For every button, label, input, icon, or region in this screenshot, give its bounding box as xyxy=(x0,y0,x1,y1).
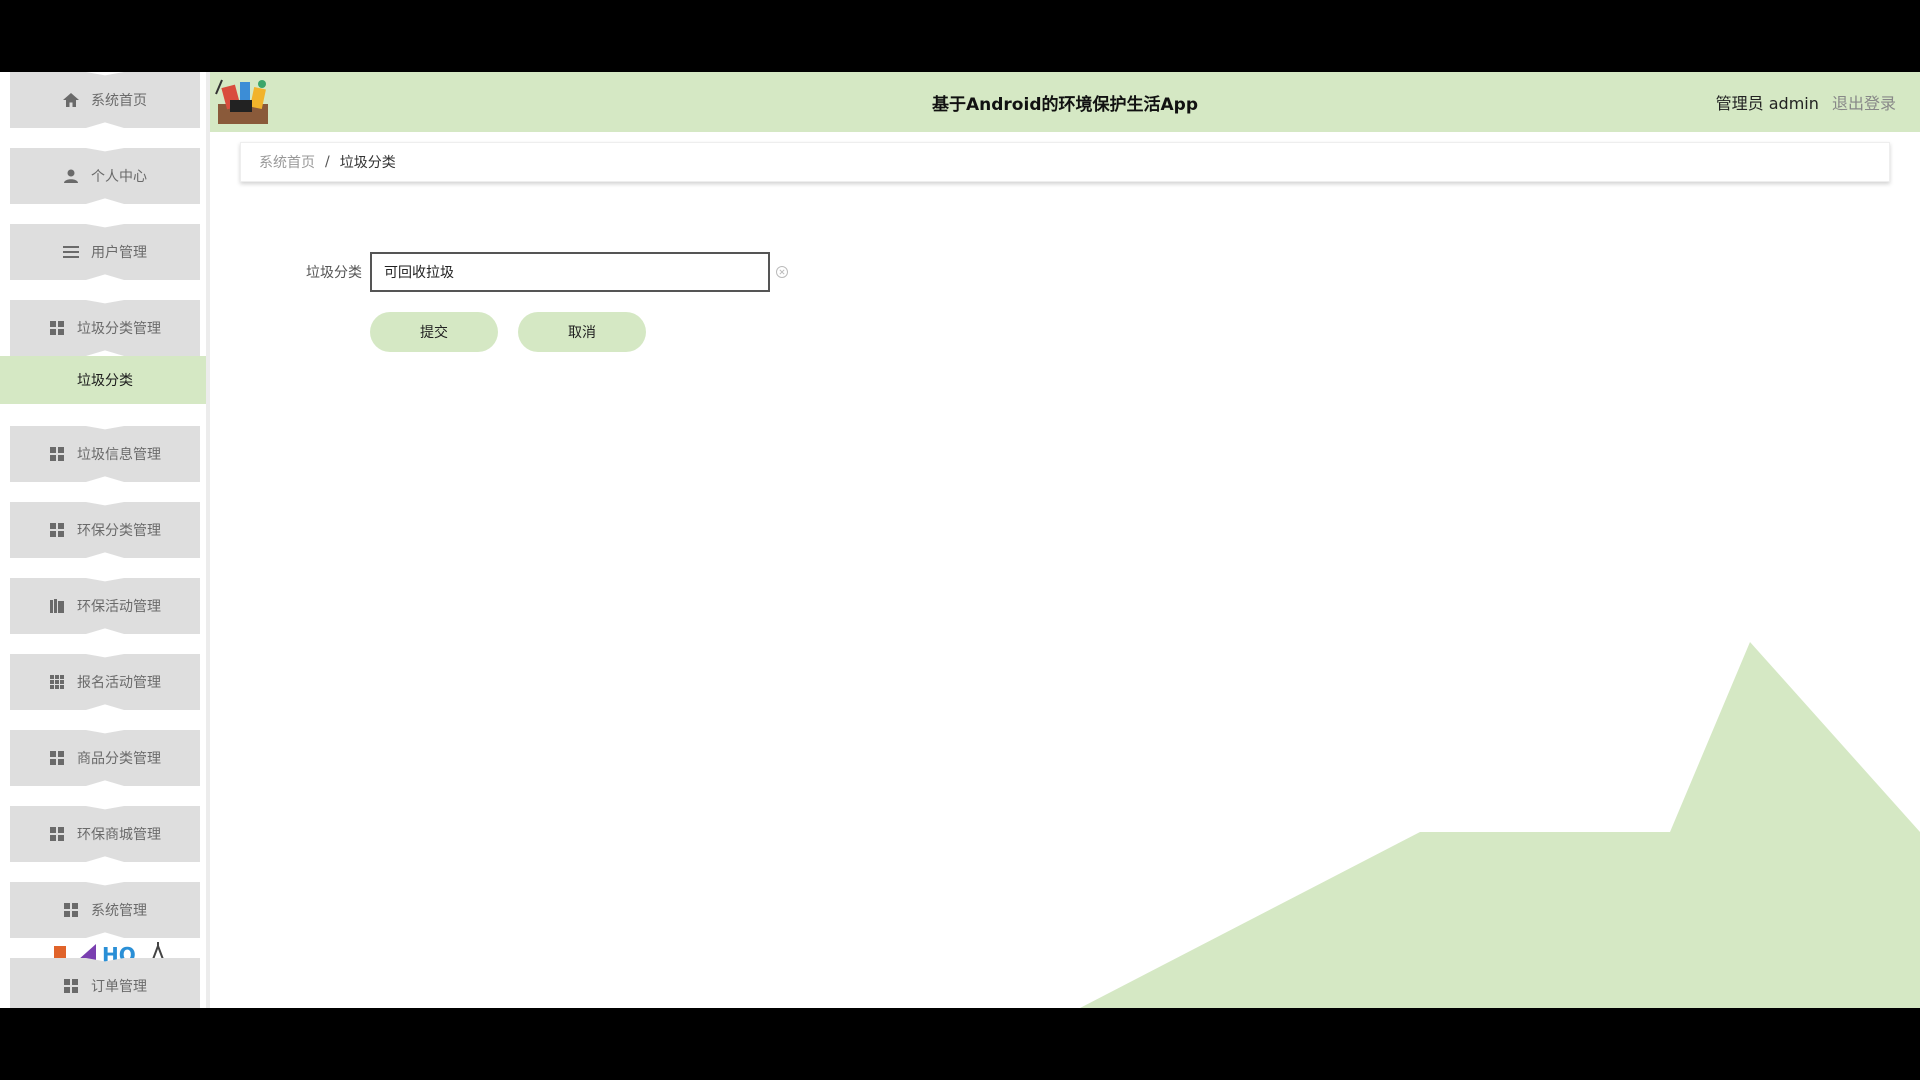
app-window: 系统首页 个人中心 用户管理 垃圾分类管理 垃圾分类 垃圾信息管理 环保分类管理… xyxy=(0,72,1920,1008)
sidebar-item-garbage-info-mgmt[interactable]: 垃圾信息管理 xyxy=(10,426,200,482)
cancel-button[interactable]: 取消 xyxy=(518,312,646,352)
grid-icon xyxy=(49,321,65,335)
sidebar-item-eco-activity-mgmt[interactable]: 环保活动管理 xyxy=(10,578,200,634)
sidebar-item-label: 订单管理 xyxy=(91,979,147,995)
user-area: 管理员 admin 退出登录 xyxy=(1716,90,1896,114)
sidebar-item-label: 个人中心 xyxy=(91,169,147,185)
sidebar-item-system-mgmt[interactable]: 系统管理 xyxy=(10,882,200,938)
sidebar-item-label: 用户管理 xyxy=(91,245,147,261)
sidebar-item-label: 垃圾分类管理 xyxy=(77,321,161,337)
sidebar-item-eco-mall-mgmt[interactable]: 环保商城管理 xyxy=(10,806,200,862)
breadcrumb: 系统首页 / 垃圾分类 xyxy=(240,142,1890,182)
garbage-category-input[interactable] xyxy=(370,252,770,292)
grid-icon xyxy=(63,979,79,993)
home-icon xyxy=(63,93,79,107)
sidebar-item-label: 环保活动管理 xyxy=(77,599,161,615)
book-icon xyxy=(49,599,65,613)
sidebar-item-label: 环保商城管理 xyxy=(77,827,161,843)
person-icon xyxy=(63,169,79,183)
grid9-icon xyxy=(49,675,65,689)
breadcrumb-separator: / xyxy=(325,154,330,170)
sidebar-item-label: 报名活动管理 xyxy=(77,675,161,691)
username: admin xyxy=(1768,94,1819,113)
user-role: 管理员 xyxy=(1715,94,1764,113)
sidebar-item-label: 环保分类管理 xyxy=(77,523,161,539)
grid-icon xyxy=(49,447,65,461)
sidebar-item-profile[interactable]: 个人中心 xyxy=(10,148,200,204)
sidebar-item-order-mgmt[interactable]: 订单管理 xyxy=(10,958,200,1008)
grid-icon xyxy=(49,523,65,537)
sidebar: 系统首页 个人中心 用户管理 垃圾分类管理 垃圾分类 垃圾信息管理 环保分类管理… xyxy=(0,72,210,1008)
sidebar-item-users[interactable]: 用户管理 xyxy=(10,224,200,280)
grid-icon xyxy=(49,751,65,765)
list-icon xyxy=(63,245,79,259)
sidebar-item-label: 垃圾分类 xyxy=(77,373,133,389)
sidebar-item-product-category-mgmt[interactable]: 商品分类管理 xyxy=(10,730,200,786)
clear-input-icon[interactable] xyxy=(775,265,789,279)
submit-button[interactable]: 提交 xyxy=(370,312,498,352)
breadcrumb-home-link[interactable]: 系统首页 xyxy=(259,152,315,172)
sidebar-item-eco-category-mgmt[interactable]: 环保分类管理 xyxy=(10,502,200,558)
sidebar-item-garbage-category-mgmt[interactable]: 垃圾分类管理 xyxy=(10,300,200,356)
background-decoration xyxy=(1080,642,1920,1008)
sidebar-subitem-garbage-category[interactable]: 垃圾分类 xyxy=(0,356,206,404)
logout-link[interactable]: 退出登录 xyxy=(1832,94,1896,113)
sidebar-item-label: 商品分类管理 xyxy=(77,751,161,767)
breadcrumb-current: 垃圾分类 xyxy=(339,155,396,171)
sidebar-item-label: 系统首页 xyxy=(91,93,147,109)
sidebar-item-home[interactable]: 系统首页 xyxy=(10,72,200,128)
grid-icon xyxy=(63,903,79,917)
garbage-category-label: 垃圾分类 xyxy=(306,265,362,281)
sidebar-item-signup-activity-mgmt[interactable]: 报名活动管理 xyxy=(10,654,200,710)
top-header: 基于Android的环境保护生活App 管理员 admin 退出登录 xyxy=(210,72,1920,132)
sidebar-item-label: 系统管理 xyxy=(91,903,147,919)
sidebar-item-label: 垃圾信息管理 xyxy=(77,447,161,463)
app-title: 基于Android的环境保护生活App xyxy=(932,95,1198,115)
grid-icon xyxy=(49,827,65,841)
